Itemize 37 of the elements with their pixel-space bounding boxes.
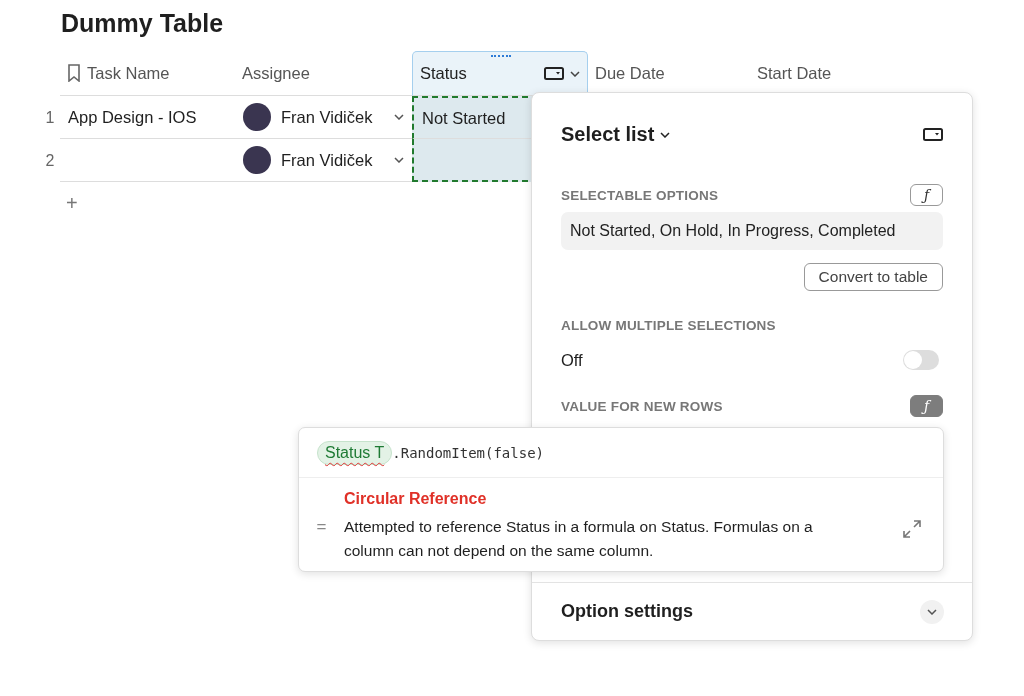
- result-sign: =: [315, 516, 328, 538]
- options-field[interactable]: Not Started, On Hold, In Progress, Completed: [561, 212, 943, 250]
- assignee-name: Fran Vidiček: [281, 150, 374, 170]
- toggle-state-text: Off: [561, 350, 583, 370]
- column-reference-chip[interactable]: Status T: [317, 440, 393, 465]
- bookmark-icon: [67, 64, 81, 82]
- list-type-icon: [923, 128, 943, 141]
- expand-icon[interactable]: [903, 520, 921, 538]
- section-label: ALLOW MULTIPLE SELECTIONS: [561, 318, 777, 333]
- error-title: Circular Reference: [344, 490, 488, 508]
- table-title: Dummy Table: [61, 8, 224, 38]
- option-settings-label: Option settings: [561, 601, 693, 622]
- row-number: 2: [44, 150, 56, 171]
- formula-expression: .RandomItem(false): [392, 444, 544, 461]
- assignee-name: Fran Vidiček: [281, 107, 374, 127]
- avatar: [243, 146, 271, 174]
- caret-icon: [927, 608, 937, 615]
- toggle-switch[interactable]: [903, 350, 939, 370]
- caret-icon[interactable]: [394, 157, 404, 163]
- task-name: App Design - IOS: [68, 107, 197, 127]
- list-type-icon: [544, 67, 564, 80]
- add-row-button[interactable]: +: [66, 192, 78, 215]
- convert-to-table-button[interactable]: Convert to table: [803, 263, 943, 291]
- caret-icon[interactable]: [394, 114, 404, 120]
- section-label: SELECTABLE OPTIONS: [561, 187, 719, 203]
- expand-button[interactable]: [920, 599, 944, 624]
- avatar: [243, 103, 271, 131]
- section-label: VALUE FOR NEW ROWS: [561, 398, 723, 414]
- error-message: Attempted to reference Status in a formula on Status. Formulas on a column can not depend on the same column.: [344, 517, 814, 561]
- row-number: 1: [44, 107, 56, 128]
- caret-icon[interactable]: [570, 70, 580, 77]
- column-header[interactable]: Status: [412, 51, 588, 96]
- column-header[interactable]: Task Name: [60, 51, 235, 96]
- status-value: Not Started: [422, 108, 506, 128]
- formula-button[interactable]: ƒ: [910, 395, 943, 417]
- formula-button[interactable]: ƒ: [910, 184, 943, 206]
- caret-icon[interactable]: [660, 131, 671, 138]
